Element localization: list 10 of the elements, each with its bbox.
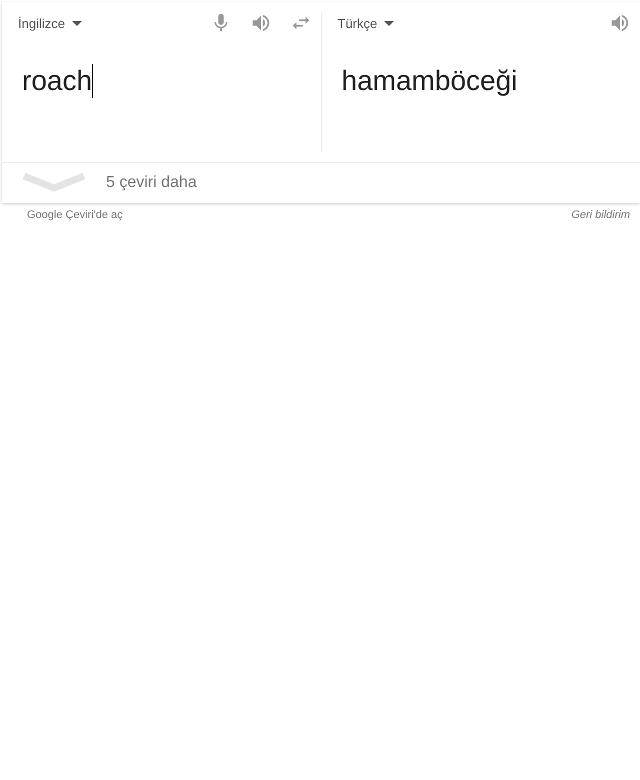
target-language-dropdown[interactable]: Türkçe	[338, 16, 394, 30]
source-language-dropdown[interactable]: İngilizce	[18, 16, 82, 30]
caret-icon	[72, 20, 82, 26]
chevron-icon	[22, 172, 86, 194]
source-text-field[interactable]: roach	[22, 64, 94, 98]
caret-icon	[384, 20, 394, 26]
feedback-link[interactable]: Geri bildirim	[571, 209, 630, 221]
open-in-translate-link[interactable]: Google Çeviri'de aç	[27, 209, 123, 221]
more-translations-label: 5 çeviri daha	[106, 174, 197, 192]
translated-text: hamamböceği	[340, 64, 518, 98]
